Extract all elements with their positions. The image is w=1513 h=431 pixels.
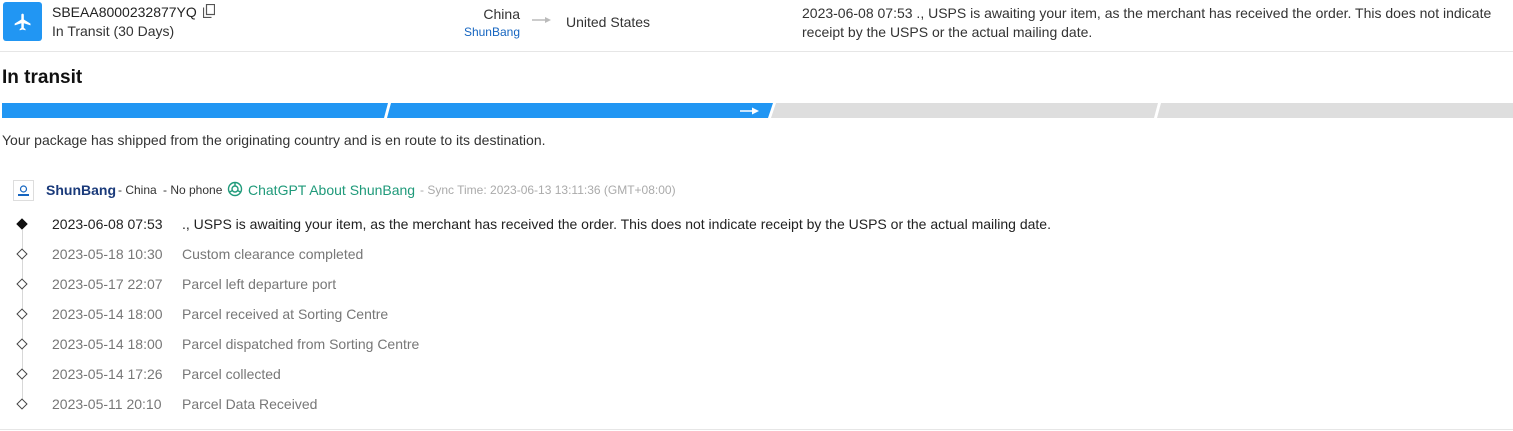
timeline-event: 2023-05-14 18:00 Parcel dispatched from … [0,336,1513,358]
openai-icon[interactable] [227,181,243,197]
event-description: Parcel Data Received [182,396,318,412]
origin-country: China [483,6,520,22]
divider [0,429,1513,430]
progress-segment-4 [1157,103,1513,118]
sync-time: - Sync Time: 2023-06-13 13:11:36 (GMT+08… [420,183,676,197]
timeline-diamond-icon [16,278,28,290]
carrier-logo-glyph [18,185,29,196]
timeline-diamond-icon [16,398,28,410]
airplane-glyph [14,13,30,30]
timeline-event: 2023-05-18 10:30 Custom clearance comple… [0,246,1513,268]
event-time: 2023-05-14 17:26 [52,366,163,382]
event-time: 2023-05-17 22:07 [52,276,163,292]
status-description: Your package has shipped from the origin… [2,132,546,148]
event-description: Parcel collected [182,366,281,382]
progress-segment-2 [387,103,773,118]
timeline-event: 2023-05-14 18:00 Parcel received at Sort… [0,306,1513,328]
timeline-diamond-icon [16,338,28,350]
timeline-diamond-icon [16,308,28,320]
event-description: Parcel received at Sorting Centre [182,306,389,322]
carrier-phone: - No phone [163,183,223,197]
progress-segment-3 [771,103,1158,118]
progress-bar [2,103,1513,118]
destination-country: United States [566,14,651,30]
event-time: 2023-05-14 18:00 [52,306,163,322]
chatgpt-about-carrier-link[interactable]: ChatGPT About ShunBang [248,182,415,198]
progress-segment-1 [2,103,388,118]
carrier-name-link[interactable]: ShunBang [46,182,116,198]
origin-carrier-link[interactable]: ShunBang [464,25,520,39]
carrier-logo [13,180,34,201]
tracking-number: SBEAA8000232877YQ [52,4,197,20]
event-description: Parcel left departure port [182,276,337,292]
shipment-summary-bar: SBEAA8000232877YQ In Transit (30 Days) C… [0,0,1513,52]
timeline-diamond-icon [16,248,28,260]
event-description: Custom clearance completed [182,246,364,262]
latest-event: 2023-06-08 07:53 ., USPS is awaiting you… [802,5,1492,40]
event-time: 2023-06-08 07:53 [52,216,163,232]
event-time: 2023-05-14 18:00 [52,336,163,352]
carrier-country: - China [118,183,157,197]
timeline-event: 2023-05-11 20:10 Parcel Data Received [0,396,1513,418]
airplane-icon[interactable] [3,2,42,41]
timeline-diamond-icon [16,218,28,230]
status-title: In transit [2,67,83,88]
arrow-right-icon [532,17,551,23]
timeline-diamond-icon [16,368,28,380]
timeline-event: 2023-05-14 17:26 Parcel collected [0,366,1513,388]
event-description: Parcel dispatched from Sorting Centre [182,336,420,352]
transit-days: In Transit (30 Days) [52,23,175,39]
copy-icon[interactable] [203,4,215,18]
event-description: ., USPS is awaiting your item, as the me… [182,216,1051,232]
timeline-event: 2023-05-17 22:07 Parcel left departure p… [0,276,1513,298]
event-time: 2023-05-18 10:30 [52,246,163,262]
event-time: 2023-05-11 20:10 [52,396,162,412]
timeline-event: 2023-06-08 07:53 ., USPS is awaiting you… [0,216,1513,238]
